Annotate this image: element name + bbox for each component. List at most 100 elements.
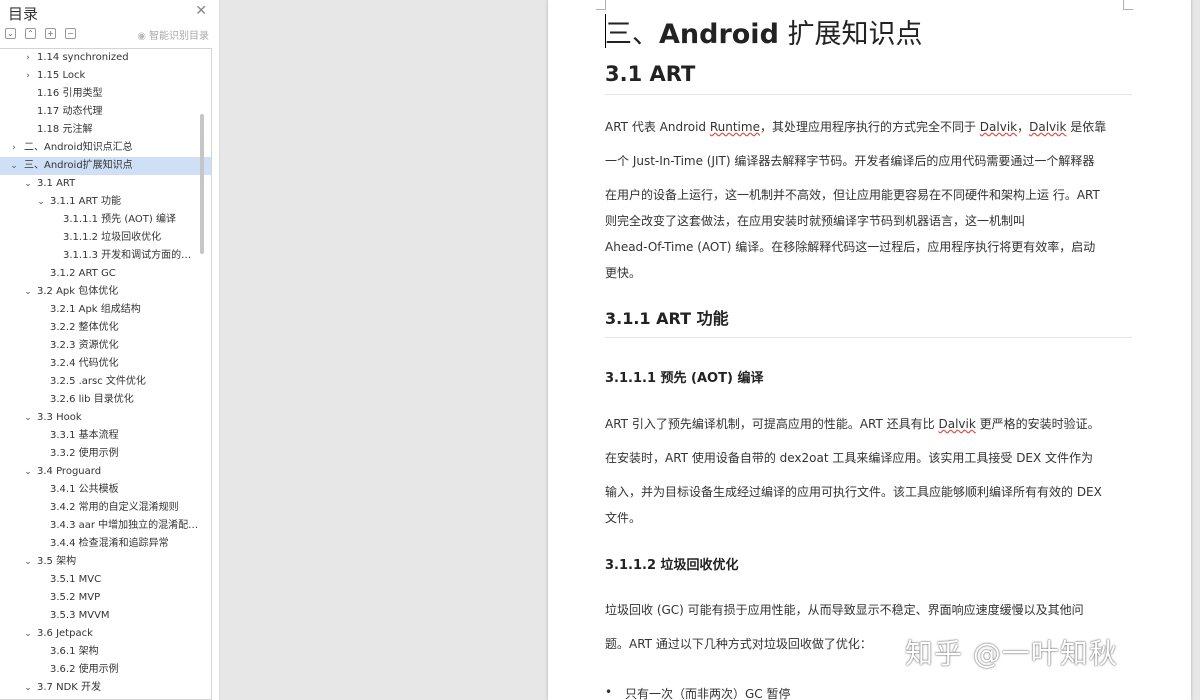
toc-item-label: 3.1.1 ART 功能 <box>50 196 121 207</box>
toc-item-label: 3.5.1 MVC <box>50 574 102 585</box>
toc-item-label: 3.1 ART <box>37 178 76 189</box>
chevron-down-icon[interactable]: ⌄ <box>23 553 33 571</box>
toc-item[interactable]: ⌄ 3.2 Apk 包体优化 <box>0 283 211 301</box>
heading-4-aot: 3.1.1.1 预先 (AOT) 编译 <box>605 371 764 386</box>
toc-item[interactable]: 3.3.1 基本流程 <box>0 427 211 445</box>
toc-item[interactable]: 3.6.2 使用示例 <box>0 661 211 679</box>
chevron-down-icon[interactable]: ⌄ <box>23 409 33 427</box>
smart-toc-button[interactable]: ◉ 智能识别目录 <box>137 27 209 42</box>
heading-1-prefix: 三、 <box>605 19 659 50</box>
toc-item[interactable]: 3.2.2 整体优化 <box>0 319 211 337</box>
toc-item[interactable]: 3.5.2 MVP <box>0 589 211 607</box>
toc-item[interactable]: 3.4.1 公共模板 <box>0 481 211 499</box>
toc-item[interactable]: ⌄ 3.5 架构 <box>0 553 211 571</box>
toc-item[interactable]: 3.2.5 .arsc 文件优化 <box>0 373 211 391</box>
expand-up-icon[interactable]: ⌃ <box>25 28 36 39</box>
chevron-down-icon[interactable]: ⌄ <box>23 283 33 301</box>
chevron-down-icon[interactable]: ⌄ <box>23 463 33 481</box>
toc-item[interactable]: ⌄ 3.1 ART <box>0 175 211 193</box>
heading-1: 三、Android 扩展知识点 <box>605 12 1132 51</box>
toc-item[interactable]: ⌄ 3.7 NDK 开发 <box>0 679 211 697</box>
toc-item[interactable]: ⌄ 3.3 Hook <box>0 409 211 427</box>
heading-1-bold: Android <box>659 19 779 50</box>
text-line: 则完全改变了这套做法，在应用安装时就预编译字节码到机器语言，这一机制叫 <box>605 212 1025 229</box>
heading-4-gc: 3.1.1.2 垃圾回收优化 <box>605 558 739 573</box>
toc-item[interactable]: › 1.15 Lock <box>0 67 211 85</box>
close-icon[interactable]: ✕ <box>195 3 207 19</box>
toc-item[interactable]: ⌄ 3.4 Proguard <box>0 463 211 481</box>
collapse-all-icon[interactable]: ⌄ <box>5 28 16 39</box>
chevron-down-icon[interactable]: ⌄ <box>23 625 33 643</box>
toc-item-label: 3.7 NDK 开发 <box>37 682 101 693</box>
toc-item[interactable]: › 二、Android知识点汇总 <box>0 139 211 157</box>
text-line: 在安装时，ART 使用设备自带的 dex2oat 工具来编译应用。该实用工具接受… <box>605 449 1093 466</box>
toc-item[interactable]: 3.5.3 MVVM <box>0 607 211 625</box>
text-run: 题。ART 通过以下几种方式对垃圾回收做了优化： <box>605 637 872 651</box>
add-heading-icon[interactable]: + <box>45 28 56 39</box>
toc-item[interactable]: 3.5.1 MVC <box>0 571 211 589</box>
toc-item-label: 3.5.2 MVP <box>50 592 101 603</box>
toc-list[interactable]: › 1.14 synchronized › 1.15 Lock 1.16 引用类型 1.1… <box>0 48 212 700</box>
toc-scrollbar[interactable] <box>200 114 204 254</box>
remove-heading-icon[interactable]: − <box>65 28 76 39</box>
text-run: 更严格的安装时验证。 <box>975 417 1100 431</box>
heading-2: 3.1 ART <box>605 62 696 86</box>
toc-item[interactable]: 3.2.4 代码优化 <box>0 355 211 373</box>
toc-item-label: 3.2.5 .arsc 文件优化 <box>50 376 146 387</box>
toc-item-label: 3.3 Hook <box>37 412 82 423</box>
toc-item-label: 3.1.1.1 预先 (AOT) 编译 <box>63 214 176 225</box>
toc-item-label: 3.2.1 Apk 组成结构 <box>50 304 141 315</box>
toc-item[interactable]: 3.2.3 资源优化 <box>0 337 211 355</box>
chevron-right-icon[interactable]: › <box>23 67 33 85</box>
toc-item[interactable]: 3.1.1.2 垃圾回收优化 <box>0 229 211 247</box>
text-run: 输入，并为目标设备生成经过编译的应用可执行文件。该工具应能够顺利编译所有有效的 … <box>605 485 1102 499</box>
toc-item-label: 3.4.4 检查混淆和追踪异常 <box>50 538 169 549</box>
toc-item-label: 3.2.3 资源优化 <box>50 340 119 351</box>
toc-item[interactable]: 3.4.3 aar 中增加独立的混淆配… <box>0 517 211 535</box>
toc-item[interactable]: 3.1.1.1 预先 (AOT) 编译 <box>0 211 211 229</box>
toc-item-label: 3.1.2 ART GC <box>50 268 116 279</box>
toc-item[interactable]: 1.17 动态代理 <box>0 103 211 121</box>
toc-item[interactable]: ⌄ 3.6 Jetpack <box>0 625 211 643</box>
document-page[interactable]: 三、Android 扩展知识点 3.1 ART ART 代表 Android R… <box>548 0 1191 700</box>
toc-item[interactable]: 3.1.1.3 开发和调试方面的… <box>0 247 211 265</box>
spellcheck-word: Dalvik <box>1029 120 1067 134</box>
toc-item[interactable]: › 1.14 synchronized <box>0 49 211 67</box>
toc-item-label: 三、Android扩展知识点 <box>24 160 133 171</box>
heading-2-rule <box>605 94 1132 95</box>
chevron-down-icon[interactable]: ⌄ <box>36 193 46 211</box>
toc-item-label: 1.17 动态代理 <box>37 106 103 117</box>
toc-item[interactable]: 3.6.1 架构 <box>0 643 211 661</box>
toc-item[interactable]: 3.4.4 检查混淆和追踪异常 <box>0 535 211 553</box>
text-run: 是依靠 <box>1066 120 1107 134</box>
toc-item[interactable]: 3.1.2 ART GC <box>0 265 211 283</box>
toc-item[interactable]: ⌄ 3.1.1 ART 功能 <box>0 193 211 211</box>
chevron-right-icon[interactable]: › <box>23 49 33 67</box>
chevron-down-icon[interactable]: ⌄ <box>23 175 33 193</box>
chevron-down-icon[interactable]: ⌄ <box>23 679 33 697</box>
heading-1-suffix: 扩展知识点 <box>778 19 923 50</box>
toc-item-label: 3.3.1 基本流程 <box>50 430 119 441</box>
spellcheck-word: Dalvik <box>979 120 1018 134</box>
text-run: ， <box>1017 120 1030 134</box>
text-run: 在用户的设备上运行，这一机制并不高效，但让应用能更容易在不同硬件和架构上运 行。… <box>605 188 1100 202</box>
chevron-right-icon[interactable]: › <box>9 139 19 157</box>
text-line: 文件。 <box>605 509 641 526</box>
toc-item[interactable]: 3.4.2 常用的自定义混淆规则 <box>0 499 211 517</box>
heading-3: 3.1.1 ART 功能 <box>605 309 729 328</box>
toc-item[interactable]: 3.3.2 使用示例 <box>0 445 211 463</box>
toc-item[interactable]: 3.2.1 Apk 组成结构 <box>0 301 211 319</box>
toc-item[interactable]: 1.18 元注解 <box>0 121 211 139</box>
toc-item-label: 3.2.2 整体优化 <box>50 322 119 333</box>
chevron-down-icon[interactable]: ⌄ <box>9 157 19 175</box>
text-run: ART 引入了预先编译机制，可提高应用的性能。ART 还具有比 <box>605 417 939 431</box>
text-line: 在用户的设备上运行，这一机制并不高效，但让应用能更容易在不同硬件和架构上运 行。… <box>605 186 1100 203</box>
toc-item-label: 3.4.1 公共模板 <box>50 484 119 495</box>
toc-item[interactable]: ⌄ 三、Android扩展知识点 <box>0 157 211 175</box>
margin-corner-right <box>1123 0 1133 10</box>
heading-3-rule <box>605 337 1132 338</box>
toc-item[interactable]: 1.16 引用类型 <box>0 85 211 103</box>
toc-item[interactable]: 3.2.6 lib 目录优化 <box>0 391 211 409</box>
spellcheck-word: Dalvik <box>938 417 976 431</box>
toc-item-label: 3.5 架构 <box>37 556 77 567</box>
